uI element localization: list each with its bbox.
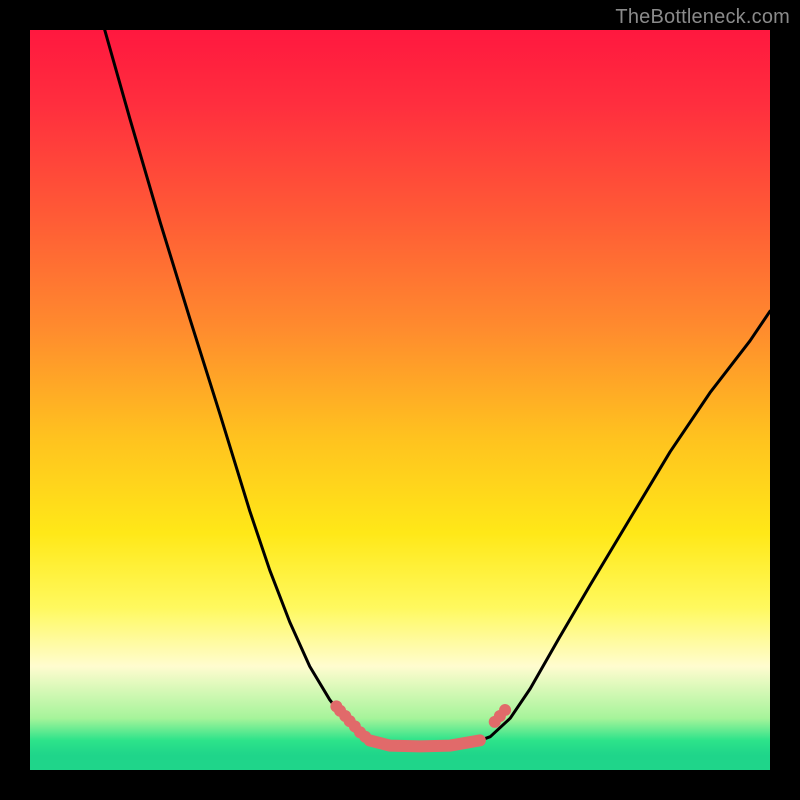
data-point-right-bead-cluster [499,704,511,716]
chart-svg [30,30,770,770]
watermark-text: TheBottleneck.com [615,6,790,29]
chart-plot-area [30,30,770,770]
series-valley-floor [370,740,480,746]
series-right-arm [480,311,770,740]
series-left-arm [105,30,370,740]
outer-frame: TheBottleneck.com [0,0,800,800]
data-point-left-bead-cluster [359,731,371,743]
series-container [105,30,770,746]
